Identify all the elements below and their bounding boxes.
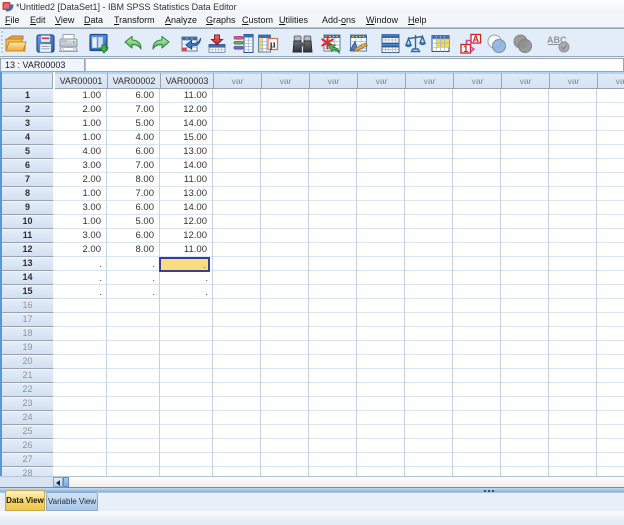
- svg-text:A: A: [472, 34, 479, 44]
- svg-text:1: 1: [463, 44, 468, 54]
- svg-text:μ: μ: [270, 40, 276, 51]
